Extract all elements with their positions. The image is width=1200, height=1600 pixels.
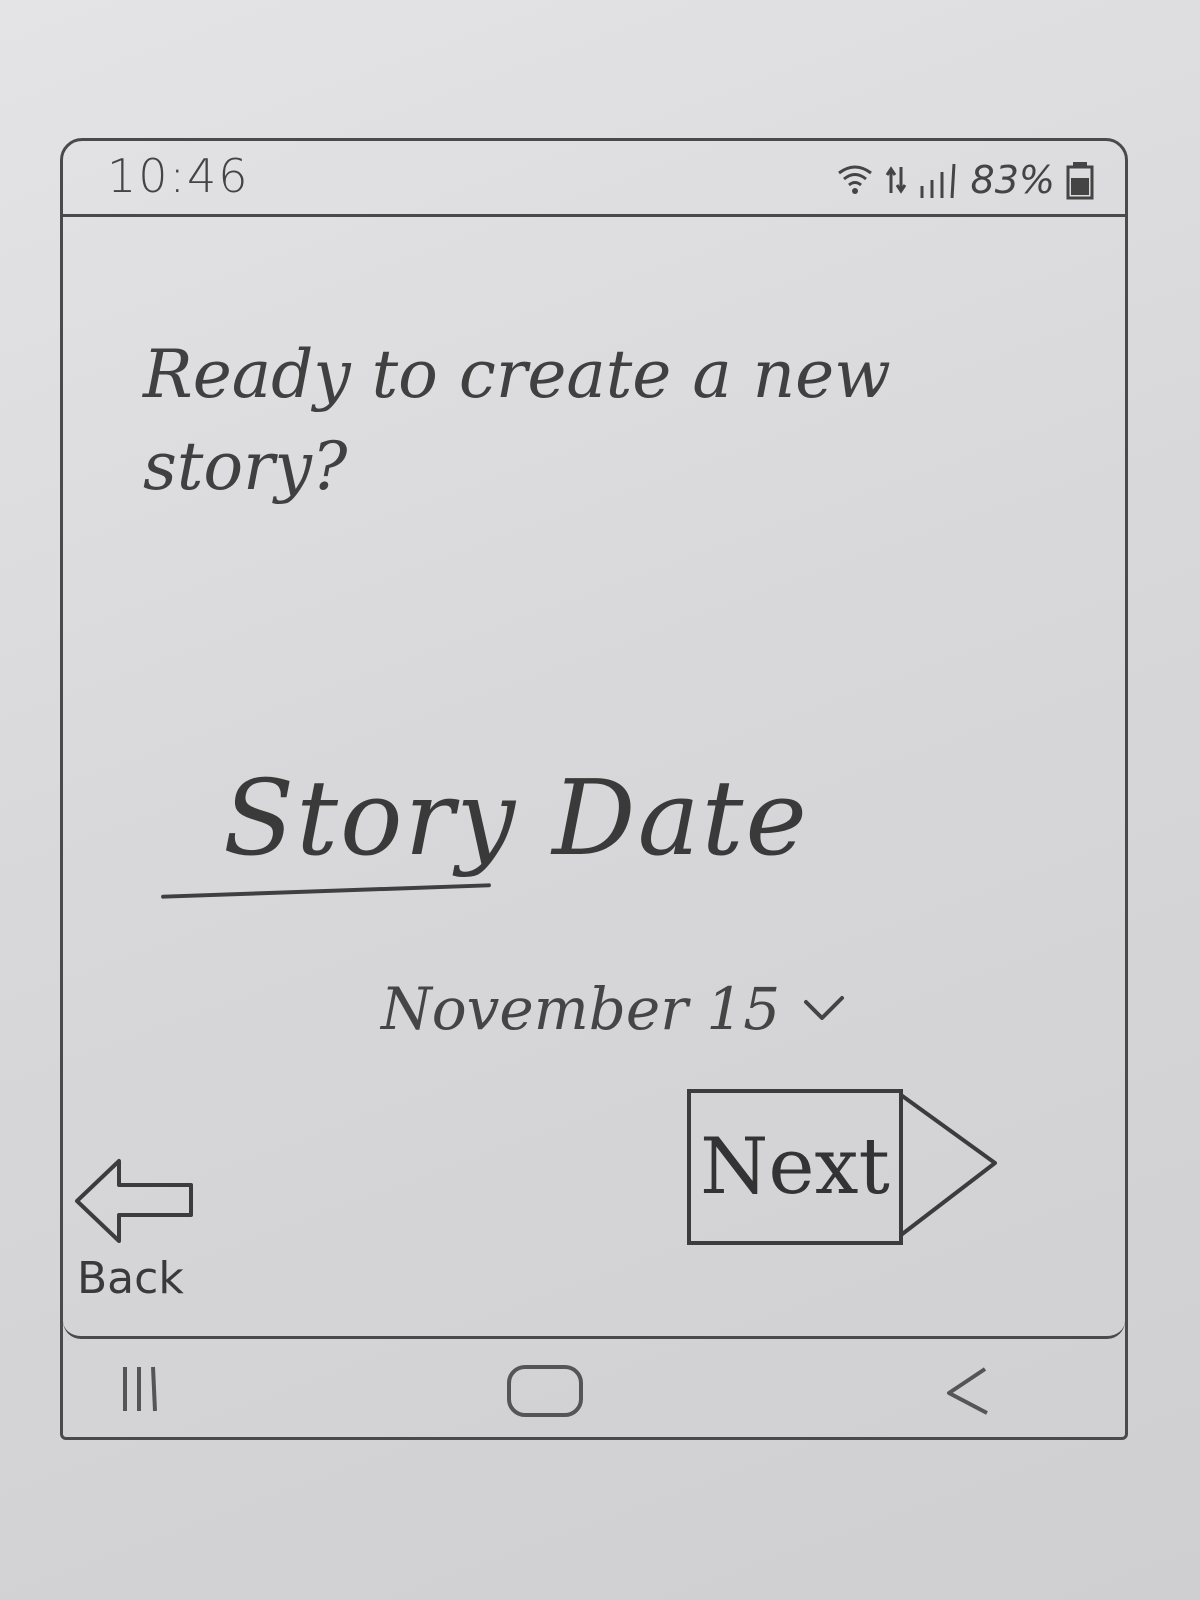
- signal-icon: [917, 160, 961, 200]
- story-date-underline: [161, 883, 491, 899]
- back-button[interactable]: Back: [73, 1157, 233, 1307]
- status-time: 10:46: [107, 149, 250, 203]
- next-button[interactable]: Next: [687, 1089, 1003, 1245]
- story-date-dropdown[interactable]: November 15: [381, 975, 846, 1043]
- system-nav-bar: [63, 1339, 1125, 1437]
- page-title: Ready to create a new story?: [143, 336, 891, 505]
- status-bar: 10:46 83%: [63, 141, 1125, 217]
- chevron-down-icon: [802, 994, 846, 1024]
- wifi-icon: [835, 163, 875, 197]
- data-arrows-icon: [885, 163, 907, 197]
- arrow-left-icon: [73, 1157, 233, 1247]
- story-date-label: Story Date: [223, 757, 809, 879]
- back-button-label: Back: [77, 1253, 184, 1304]
- app-screen: Ready to create a new story? Story Date …: [63, 217, 1125, 1339]
- status-icons: 83%: [835, 155, 1095, 205]
- battery-icon: [1065, 160, 1095, 200]
- arrow-right-icon: [899, 1089, 999, 1245]
- recents-icon[interactable]: [113, 1359, 173, 1419]
- home-icon[interactable]: [503, 1361, 587, 1421]
- battery-percent: 83%: [970, 158, 1055, 202]
- story-date-value: November 15: [381, 975, 781, 1043]
- next-button-label: Next: [700, 1122, 890, 1212]
- back-chevron-icon[interactable]: [939, 1361, 999, 1421]
- next-button-box: Next: [687, 1089, 903, 1245]
- phone-frame: 10:46 83% Ready to create a new story? S…: [60, 138, 1128, 1440]
